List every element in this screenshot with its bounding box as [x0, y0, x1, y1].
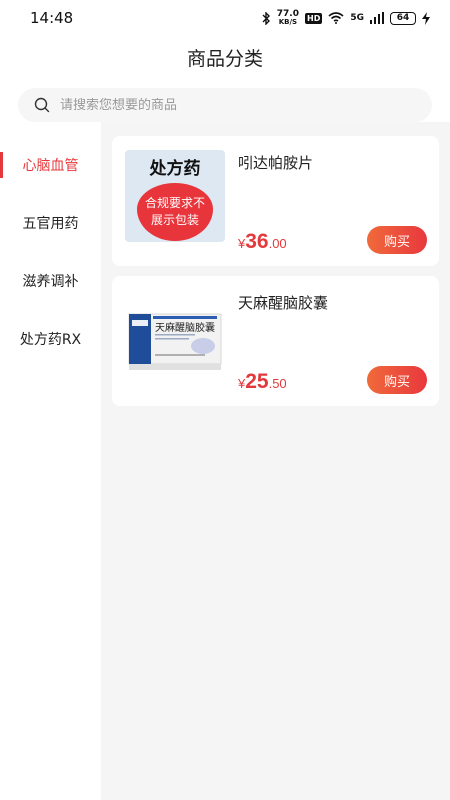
sidebar-item-label: 滋养调补 — [22, 274, 79, 290]
sidebar-item-tonic[interactable]: 滋养调补 — [0, 252, 101, 310]
battery-icon: 64 — [390, 11, 416, 25]
product-name[interactable]: 吲达帕胺片 — [238, 152, 313, 173]
box-brand-text: 天麻醒脑胶囊 — [155, 321, 215, 334]
page-title: 商品分类 — [186, 48, 263, 70]
search-bar[interactable] — [18, 88, 432, 122]
net-speed-unit: KB/S — [278, 18, 298, 26]
rx-notice: 合规要求不展示包装 — [137, 183, 213, 241]
category-sidebar: 心脑血管 五官用药 滋养调补 处方药RX — [0, 136, 101, 800]
medicine-box-image: 天麻醒脑胶囊 — [128, 313, 222, 370]
sidebar-item-cardio[interactable]: 心脑血管 — [0, 136, 101, 194]
buy-button[interactable]: 购买 — [367, 226, 427, 254]
net-speed: 77.0 KB/S — [277, 10, 299, 27]
search-icon — [34, 97, 50, 113]
buy-button[interactable]: 购买 — [367, 366, 427, 394]
sidebar-item-label: 心脑血管 — [22, 158, 79, 174]
search-input[interactable] — [60, 97, 400, 113]
charging-icon — [422, 11, 430, 25]
sidebar-item-label: 处方药RX — [19, 332, 82, 348]
product-name[interactable]: 天麻醒脑胶囊 — [238, 292, 328, 313]
signal-label: 5G — [350, 13, 364, 23]
wifi-icon — [328, 12, 344, 24]
signal-icon — [370, 12, 384, 24]
product-image-rx-placeholder[interactable]: 处方药 合规要求不展示包装 — [125, 150, 225, 242]
bluetooth-icon — [262, 11, 270, 25]
hd-badge: HD — [305, 12, 323, 24]
rx-label: 处方药 — [149, 159, 201, 179]
status-icons: 77.0 KB/S HD 5G 64 — [261, 10, 430, 26]
product-image[interactable]: 天麻醒脑胶囊 — [125, 290, 225, 382]
price-integer: 25 — [245, 370, 269, 393]
product-card[interactable]: 处方药 合规要求不展示包装 吲达帕胺片 ¥36.00 购买 — [112, 136, 439, 266]
product-price: ¥36.00 — [238, 230, 287, 254]
sidebar-item-label: 五官用药 — [22, 216, 79, 232]
price-decimal: .50 — [268, 376, 287, 391]
status-bar: 14:48 77.0 KB/S HD 5G 64 — [0, 0, 450, 36]
status-time: 14:48 — [30, 9, 74, 27]
product-list: 处方药 合规要求不展示包装 吲达帕胺片 ¥36.00 购买 天麻醒脑胶囊 天麻醒… — [101, 122, 450, 800]
sidebar-item-ent[interactable]: 五官用药 — [0, 194, 101, 252]
price-integer: 36 — [245, 230, 269, 253]
sidebar-item-rx[interactable]: 处方药RX — [0, 310, 101, 368]
product-price: ¥25.50 — [238, 370, 287, 394]
price-decimal: .00 — [268, 236, 287, 251]
product-card[interactable]: 天麻醒脑胶囊 天麻醒脑胶囊 ¥25.50 购买 — [112, 276, 439, 406]
